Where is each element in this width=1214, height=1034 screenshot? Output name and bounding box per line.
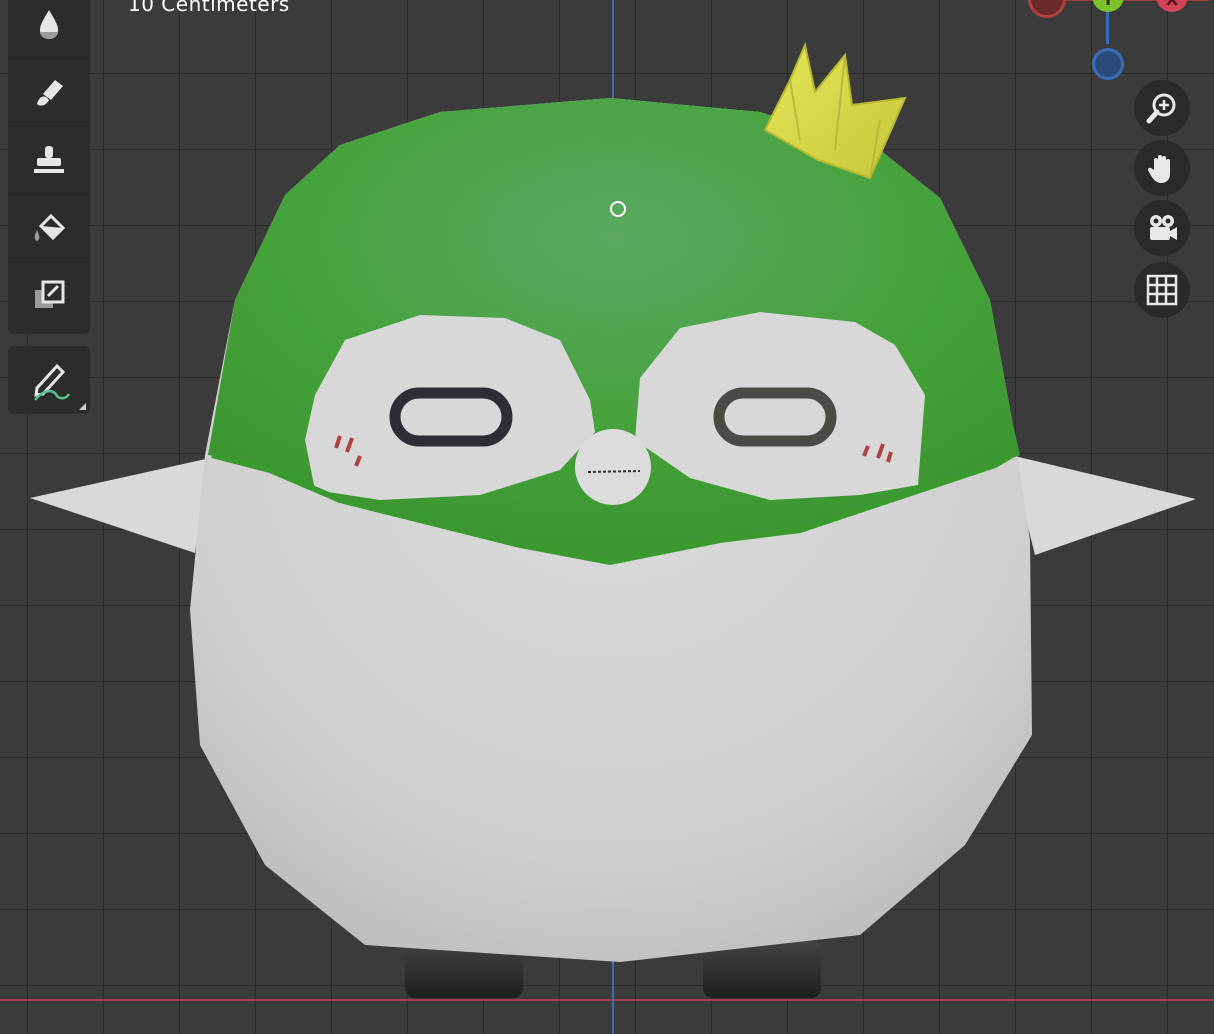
tool-shelf [8,0,90,334]
gizmo-z-negative[interactable] [1092,48,1124,80]
mask-layer-icon [35,280,65,308]
axis-gizmo[interactable]: Y X [1020,0,1214,80]
penguin-model[interactable] [0,0,1214,1034]
zoom-button[interactable] [1134,80,1190,136]
camera-button[interactable] [1134,200,1190,256]
smear-tool[interactable] [8,58,90,127]
gizmo-y-positive[interactable]: Y [1092,0,1124,12]
gizmo-x-line [1060,0,1210,1]
hand-icon [1147,155,1170,183]
right-wing [1010,455,1196,555]
face-patch-left [305,315,595,500]
smear-brush-icon [37,80,63,106]
camera-icon [1150,215,1177,240]
grid-icon [1146,274,1178,306]
blur-tool[interactable] [8,0,90,59]
gizmo-x-positive[interactable]: X [1156,0,1188,12]
pan-button[interactable] [1134,140,1190,196]
tool-options-indicator[interactable] [79,403,86,410]
zoom-in-icon [1146,93,1176,124]
fill-tool[interactable] [8,194,90,263]
left-wing [30,458,210,553]
pencil-stroke-icon [34,363,71,401]
paint-bucket-icon [34,213,66,241]
ortho-toggle-button[interactable] [1134,262,1190,318]
3d-viewport[interactable]: 10 Centimeters [0,0,1214,1034]
gizmo-x-negative[interactable] [1028,0,1066,18]
grid-scale-label: 10 Centimeters [128,0,290,16]
mask-tool[interactable] [8,262,90,330]
beak [575,429,651,505]
water-drop-icon [40,10,58,39]
stamp-icon [34,146,64,173]
draw-tool[interactable] [8,346,90,414]
clone-tool[interactable] [8,126,90,195]
